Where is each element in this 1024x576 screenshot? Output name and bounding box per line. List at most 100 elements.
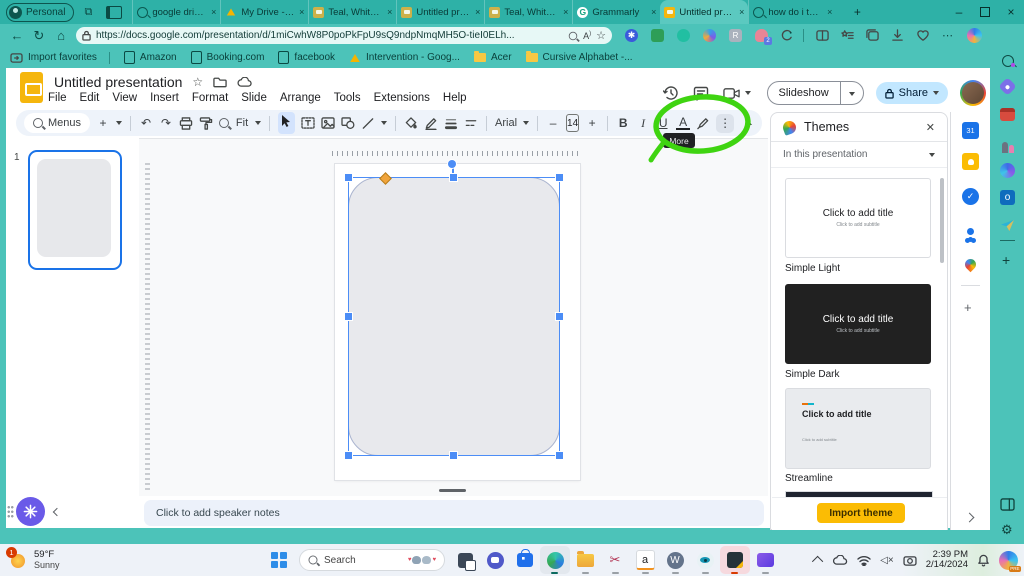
tab-close-icon[interactable]: × bbox=[475, 7, 480, 17]
share-dropdown-icon[interactable] bbox=[933, 91, 939, 95]
snipping-tool-button[interactable]: ✂ bbox=[600, 546, 630, 574]
store-button[interactable] bbox=[510, 546, 540, 574]
resize-handle-nw[interactable] bbox=[345, 174, 352, 181]
zoom-dropdown-icon[interactable] bbox=[255, 121, 262, 125]
border-weight-button[interactable] bbox=[444, 117, 458, 130]
tab-close-icon[interactable]: × bbox=[827, 7, 832, 17]
resize-handle-e[interactable] bbox=[556, 313, 563, 320]
close-panel-icon[interactable]: ✕ bbox=[926, 121, 935, 134]
menu-edit[interactable]: Edit bbox=[80, 92, 100, 104]
bookmark-import-favorites[interactable]: Import favorites bbox=[10, 52, 97, 63]
increase-font-button[interactable]: + bbox=[585, 116, 599, 130]
collapse-widget-icon[interactable] bbox=[52, 507, 62, 517]
move-folder-icon[interactable] bbox=[213, 76, 227, 88]
tab-close-icon[interactable]: × bbox=[211, 7, 216, 17]
calendar-icon[interactable]: 31 bbox=[962, 122, 979, 139]
keep-icon[interactable] bbox=[962, 153, 979, 170]
rotate-handle[interactable] bbox=[448, 160, 456, 168]
bookmark-amazon[interactable]: Amazon bbox=[123, 51, 177, 64]
import-theme-button[interactable]: Import theme bbox=[817, 503, 905, 523]
minimize-button[interactable]: – bbox=[946, 1, 972, 23]
add-slide-dropdown-icon[interactable] bbox=[116, 121, 123, 125]
slideshow-button[interactable]: Slideshow bbox=[766, 81, 864, 105]
camera-device-icon[interactable] bbox=[903, 555, 917, 566]
theme-card-simple-dark[interactable]: Click to add title Click to add subtitle bbox=[785, 284, 931, 364]
print-button[interactable] bbox=[179, 116, 193, 130]
menu-insert[interactable]: Insert bbox=[150, 92, 179, 104]
resize-handle-w[interactable] bbox=[345, 313, 352, 320]
shield-icon[interactable] bbox=[780, 29, 793, 42]
menu-view[interactable]: View bbox=[112, 92, 137, 104]
movies-app-button[interactable] bbox=[750, 546, 780, 574]
wifi-icon[interactable] bbox=[857, 555, 871, 566]
underline-button[interactable]: U bbox=[656, 116, 670, 130]
tab-close-icon[interactable]: × bbox=[739, 7, 744, 17]
onedrive-icon[interactable] bbox=[832, 554, 848, 566]
home-icon[interactable]: ⌂ bbox=[50, 28, 72, 43]
fill-color-button[interactable] bbox=[404, 116, 418, 130]
tab-my-drive[interactable]: My Drive - Go × bbox=[220, 0, 308, 24]
extension-green-icon[interactable] bbox=[651, 29, 664, 42]
notes-resize-handle[interactable] bbox=[439, 489, 466, 492]
url-field[interactable]: https://docs.google.com/presentation/d/1… bbox=[76, 27, 612, 44]
tab-how-do-i-take[interactable]: how do i take × bbox=[748, 0, 836, 24]
more-button[interactable]: ⋮ bbox=[716, 113, 735, 133]
share-button[interactable]: Share bbox=[875, 82, 948, 104]
add-slide-button[interactable]: + bbox=[96, 116, 110, 130]
sidebar-designer-icon[interactable] bbox=[1000, 163, 1015, 178]
in-this-presentation-row[interactable]: In this presentation bbox=[771, 142, 947, 168]
insert-image-button[interactable] bbox=[321, 117, 335, 129]
zoom-out-icon[interactable] bbox=[568, 31, 578, 40]
clock[interactable]: 2:39 PM 2/14/2024 bbox=[926, 549, 968, 571]
extension-grammarly-icon[interactable] bbox=[677, 29, 690, 42]
extension-blue-icon[interactable]: ✱ bbox=[625, 29, 638, 42]
tab-untitled-1[interactable]: Untitled prese × bbox=[396, 0, 484, 24]
tab-google-drive[interactable]: google drive - × bbox=[132, 0, 220, 24]
weather-widget[interactable]: 1 59°F Sunny bbox=[6, 547, 60, 570]
downloads-icon[interactable] bbox=[891, 29, 904, 42]
hidden-icons-chevron[interactable] bbox=[812, 555, 824, 568]
settings-more-icon[interactable]: ⋯ bbox=[942, 29, 953, 42]
zoom-button[interactable] bbox=[219, 118, 230, 128]
extension-pink-icon[interactable]: 2 bbox=[755, 29, 772, 45]
meet-camera-icon[interactable] bbox=[722, 87, 740, 100]
favorite-star-icon[interactable]: ☆ bbox=[596, 29, 606, 42]
sidebar-search-icon[interactable] bbox=[999, 52, 1016, 69]
chat-button[interactable] bbox=[480, 546, 510, 574]
tab-close-icon[interactable]: × bbox=[299, 7, 304, 17]
tab-teal-white-2[interactable]: Teal, White an × bbox=[484, 0, 572, 24]
vertical-tabs-icon[interactable] bbox=[106, 5, 123, 19]
sticky-notes-button[interactable] bbox=[720, 546, 750, 574]
resize-handle-ne[interactable] bbox=[556, 174, 563, 181]
menu-tools[interactable]: Tools bbox=[334, 92, 361, 104]
tasks-icon[interactable]: ✓ bbox=[962, 188, 979, 205]
drag-dots-icon[interactable] bbox=[7, 505, 14, 518]
menu-help[interactable]: Help bbox=[443, 92, 467, 104]
file-explorer-button[interactable] bbox=[570, 546, 600, 574]
decrease-font-button[interactable]: – bbox=[546, 116, 560, 130]
border-color-button[interactable] bbox=[424, 117, 438, 130]
resize-handle-sw[interactable] bbox=[345, 452, 352, 459]
bookmark-facebook[interactable]: facebook bbox=[278, 51, 335, 64]
star-document-icon[interactable]: ☆ bbox=[192, 75, 203, 89]
sidebar-drop-icon[interactable] bbox=[999, 217, 1016, 234]
edge-taskbar-button[interactable] bbox=[540, 546, 570, 574]
notifications-bell-icon[interactable] bbox=[977, 554, 990, 567]
toolbar-menus-search[interactable]: Menus bbox=[24, 113, 91, 133]
sidebar-add-icon[interactable]: + bbox=[1002, 252, 1010, 268]
back-icon[interactable]: ← bbox=[6, 28, 28, 43]
maximize-button[interactable] bbox=[972, 1, 998, 23]
bold-button[interactable]: B bbox=[616, 116, 630, 130]
maps-icon[interactable] bbox=[962, 256, 979, 273]
bookmark-booking[interactable]: Booking.com bbox=[190, 51, 264, 64]
tab-grammarly[interactable]: G Grammarly × bbox=[572, 0, 660, 24]
comments-icon[interactable] bbox=[693, 86, 709, 101]
new-tab-button[interactable]: + bbox=[844, 1, 870, 23]
sidebar-shopping-tag-icon[interactable] bbox=[998, 77, 1017, 96]
font-size-input[interactable]: 14 bbox=[566, 114, 580, 132]
task-view-button[interactable] bbox=[450, 546, 480, 574]
panel-scrollbar[interactable] bbox=[940, 178, 944, 263]
workspaces-icon[interactable]: ⧉ bbox=[84, 6, 92, 19]
slide-canvas[interactable] bbox=[139, 138, 768, 497]
theme-card-streamline[interactable]: Click to add title Click to add subtitle bbox=[785, 388, 931, 469]
